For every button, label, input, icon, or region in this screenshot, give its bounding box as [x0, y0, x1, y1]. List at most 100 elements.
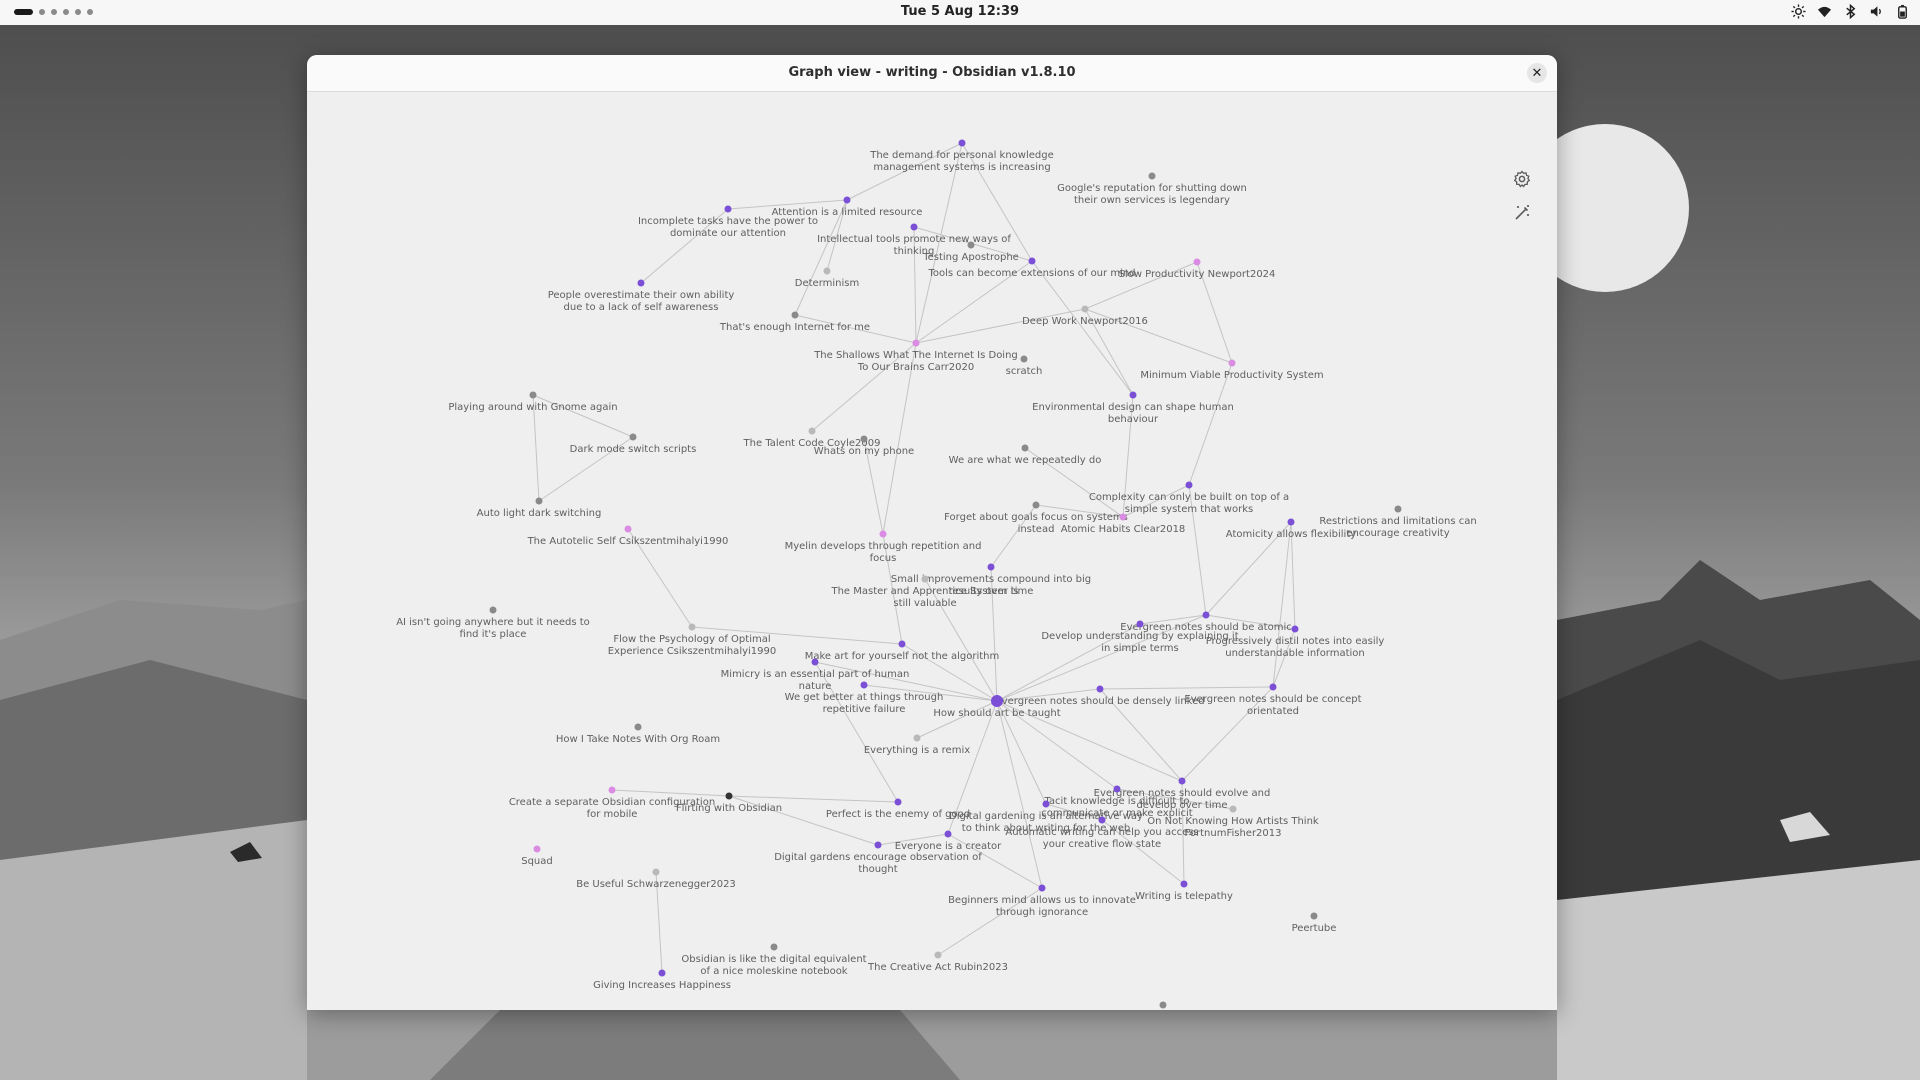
- graph-node-dot[interactable]: [658, 969, 666, 977]
- clock[interactable]: Tue 5 Aug 12:39: [0, 4, 1920, 19]
- graph-node[interactable]: Peertube: [1292, 912, 1337, 935]
- graph-node-dot[interactable]: [1229, 805, 1237, 813]
- graph-node-dot[interactable]: [1136, 620, 1144, 628]
- graph-node-dot[interactable]: [1291, 625, 1299, 633]
- graph-animate-button[interactable]: [1513, 204, 1533, 224]
- graph-node-dot[interactable]: [724, 205, 732, 213]
- graph-node-dot[interactable]: [608, 786, 616, 794]
- graph-node-dot[interactable]: [529, 391, 537, 399]
- graph-node[interactable]: Is the gazpalla lane back in fashion: [1075, 1001, 1251, 1011]
- graph-node-dot[interactable]: [898, 640, 906, 648]
- graph-node-dot[interactable]: [874, 841, 882, 849]
- graph-canvas[interactable]: The demand for personal knowledge managem…: [307, 92, 1557, 1010]
- graph-node[interactable]: People overestimate their own ability due…: [548, 279, 735, 314]
- graph-node[interactable]: Squad: [521, 845, 553, 868]
- graph-node-dot[interactable]: [1310, 912, 1318, 920]
- graph-node-dot[interactable]: [1228, 359, 1236, 367]
- graph-view[interactable]: The demand for personal knowledge managem…: [307, 92, 1557, 1010]
- graph-node-dot[interactable]: [1042, 800, 1050, 808]
- graph-node-dot[interactable]: [1020, 355, 1028, 363]
- graph-node-dot[interactable]: [913, 734, 921, 742]
- graph-node-dot[interactable]: [770, 943, 778, 951]
- graph-node-dot[interactable]: [987, 563, 995, 571]
- graph-node[interactable]: Flirting with Obsidian: [676, 792, 782, 815]
- graph-node-dot[interactable]: [637, 279, 645, 287]
- graph-node[interactable]: Evergreen notes should be concept orienta…: [1184, 683, 1362, 718]
- graph-node[interactable]: Writing is telepathy: [1135, 880, 1233, 903]
- graph-node-dot[interactable]: [1113, 785, 1121, 793]
- graph-node-dot[interactable]: [934, 951, 942, 959]
- graph-node-dot[interactable]: [808, 427, 816, 435]
- graph-node[interactable]: Determinism: [795, 267, 859, 290]
- graph-node-dot[interactable]: [894, 798, 902, 806]
- graph-settings-button[interactable]: [1513, 170, 1533, 190]
- graph-node-dot[interactable]: [823, 267, 831, 275]
- graph-node[interactable]: The Autotelic Self Csikszentmihalyi1990: [527, 525, 729, 548]
- system-tray[interactable]: [1791, 4, 1910, 19]
- graph-node-dot[interactable]: [688, 623, 696, 631]
- graph-node-dot[interactable]: [1180, 880, 1188, 888]
- graph-node-dot[interactable]: [967, 241, 975, 249]
- graph-node-dot[interactable]: [921, 575, 929, 583]
- graph-node-dot[interactable]: [1202, 611, 1210, 619]
- graph-node-dot[interactable]: [1032, 501, 1040, 509]
- graph-node-dot[interactable]: [1119, 513, 1127, 521]
- graph-node[interactable]: How I Take Notes With Org Roam: [556, 723, 720, 746]
- graph-node-dot[interactable]: [725, 792, 733, 800]
- title-bar[interactable]: Graph view - writing - Obsidian v1.8.10 …: [307, 55, 1557, 92]
- graph-node[interactable]: Myelin develops through repetition and fo…: [785, 530, 982, 565]
- graph-node[interactable]: Evergreen notes should be atomic: [1120, 611, 1292, 634]
- graph-node[interactable]: Attention is a limited resource: [772, 196, 923, 219]
- graph-node-dot[interactable]: [1098, 816, 1106, 824]
- graph-node[interactable]: Dark mode switch scripts: [570, 433, 697, 456]
- graph-node[interactable]: Complexity can only be built on top of a…: [1089, 481, 1289, 516]
- graph-node-dot[interactable]: [1394, 505, 1402, 513]
- graph-node-dot[interactable]: [629, 433, 637, 441]
- graph-node-dot[interactable]: [1096, 685, 1104, 693]
- graph-node-dot[interactable]: [634, 723, 642, 731]
- graph-node[interactable]: Obsidian is like the digital equivalent o…: [681, 943, 867, 978]
- graph-node-dot[interactable]: [1269, 683, 1277, 691]
- graph-node-dot[interactable]: [791, 311, 799, 319]
- battery-icon[interactable]: [1895, 4, 1910, 19]
- close-button[interactable]: ✕: [1527, 63, 1547, 83]
- graph-node[interactable]: The Creative Act Rubin2023: [867, 951, 1008, 974]
- graph-node[interactable]: We are what we repeatedly do: [949, 444, 1102, 467]
- graph-node[interactable]: Google's reputation for shutting down the…: [1057, 172, 1247, 207]
- graph-node-dot[interactable]: [944, 830, 952, 838]
- graph-node[interactable]: AI isn't going anywhere but it needs to f…: [396, 606, 590, 641]
- graph-node-dot[interactable]: [860, 435, 868, 443]
- graph-node[interactable]: Slow Productivity Newport2024: [1119, 258, 1276, 281]
- graph-node[interactable]: The demand for personal knowledge managem…: [869, 139, 1054, 174]
- graph-node[interactable]: Everything is a remix: [864, 734, 970, 757]
- graph-node-dot[interactable]: [1129, 391, 1137, 399]
- graph-node-dot[interactable]: [879, 530, 887, 538]
- graph-node-dot[interactable]: [1178, 777, 1186, 785]
- graph-node[interactable]: Minimum Viable Productivity System: [1140, 359, 1324, 382]
- graph-node-dot[interactable]: [1038, 884, 1046, 892]
- graph-node[interactable]: The Shallows What The Internet Is Doing T…: [813, 339, 1018, 374]
- graph-node-dot[interactable]: [811, 658, 819, 666]
- graph-node-dot[interactable]: [1028, 257, 1036, 265]
- graph-node[interactable]: Flow the Psychology of Optimal Experience…: [608, 623, 777, 658]
- graph-node-dot[interactable]: [860, 681, 868, 689]
- graph-node-dot[interactable]: [1021, 444, 1029, 452]
- graph-node[interactable]: Auto light dark switching: [477, 497, 602, 520]
- graph-node-dot[interactable]: [652, 868, 660, 876]
- graph-node-dot[interactable]: [1081, 305, 1089, 313]
- graph-node[interactable]: Be Useful Schwarzenegger2023: [576, 868, 736, 891]
- wifi-icon[interactable]: [1817, 4, 1832, 19]
- volume-icon[interactable]: [1869, 4, 1884, 19]
- graph-node-dot[interactable]: [1193, 258, 1201, 266]
- graph-node-dot[interactable]: [535, 497, 543, 505]
- graph-node[interactable]: Environmental design can shape human beha…: [1032, 391, 1234, 426]
- graph-node-dot[interactable]: [910, 223, 918, 231]
- graph-node[interactable]: Deep Work Newport2016: [1022, 305, 1148, 328]
- bluetooth-icon[interactable]: [1843, 4, 1858, 19]
- graph-node-dot[interactable]: [958, 139, 966, 147]
- graph-node-dot[interactable]: [1148, 172, 1156, 180]
- graph-node-dot[interactable]: [991, 695, 1003, 707]
- graph-node-dot[interactable]: [912, 339, 920, 347]
- graph-node-dot[interactable]: [489, 606, 497, 614]
- graph-node-dot[interactable]: [624, 525, 632, 533]
